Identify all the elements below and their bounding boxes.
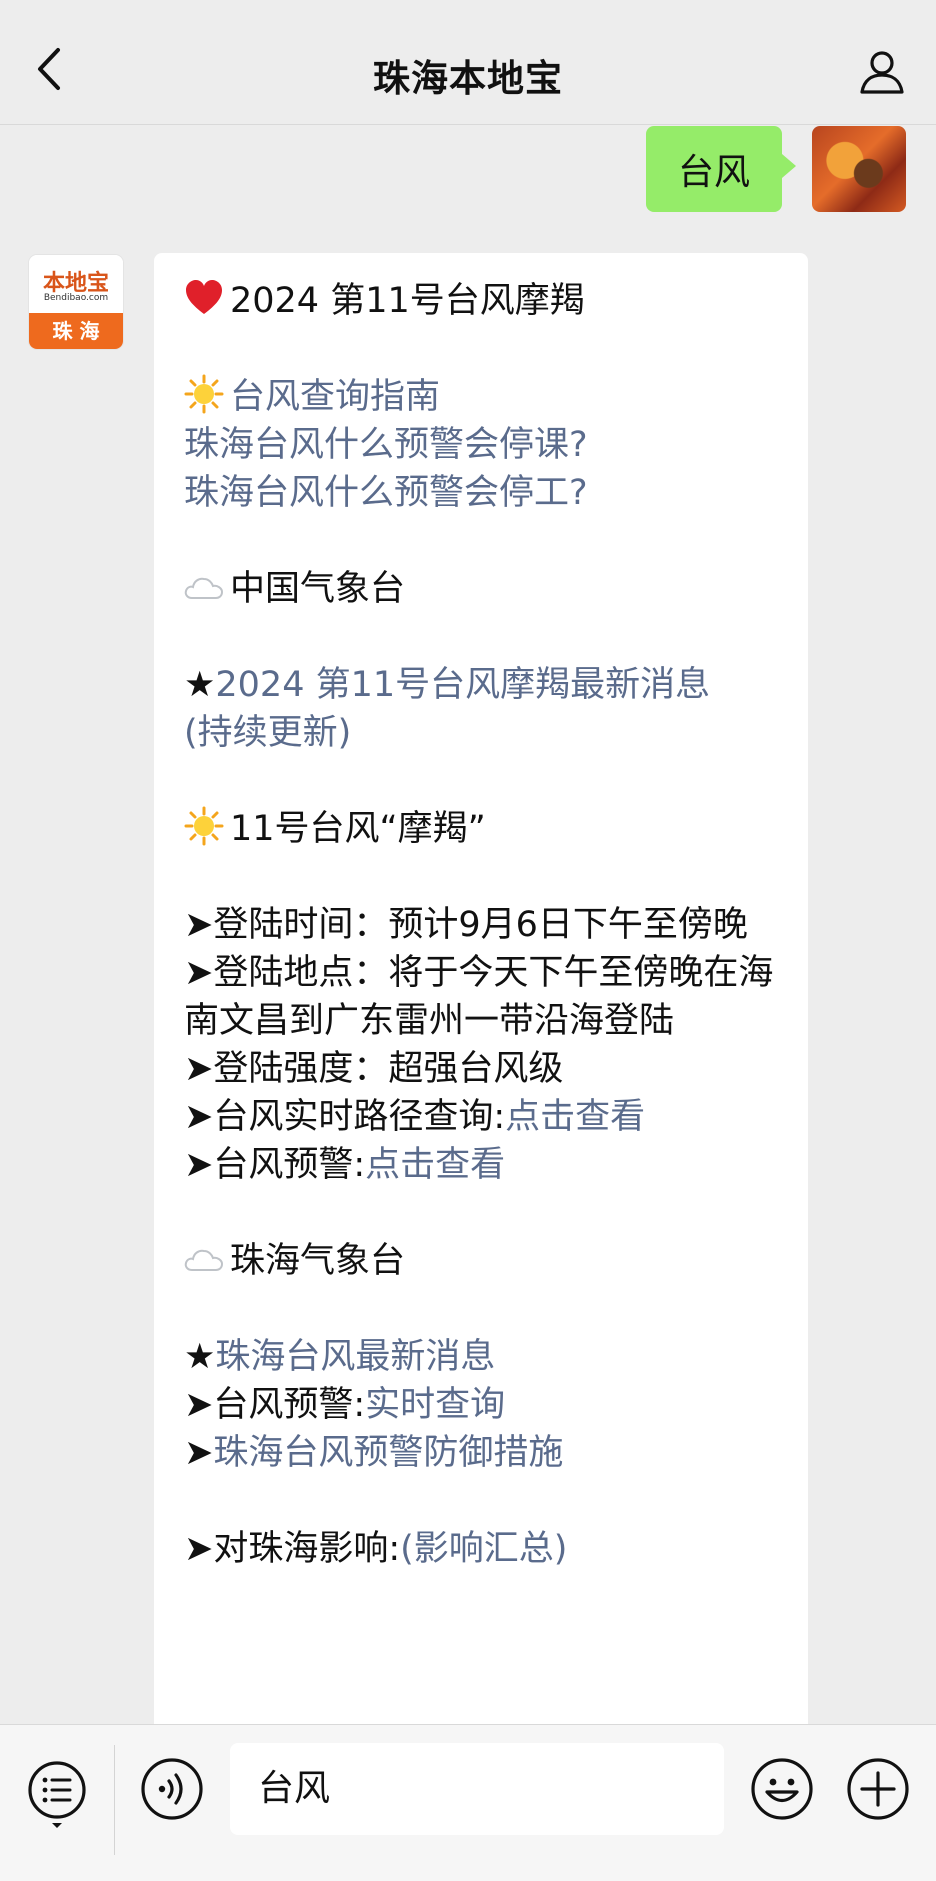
typhoon-name-heading: 11号台风“摩羯” [184, 805, 778, 853]
plus-icon[interactable] [846, 1757, 910, 1821]
logo-domain: Bendibao.com [43, 293, 109, 303]
zhuhai-news-link[interactable]: 珠海台风最新消息 [215, 1337, 495, 1377]
zhuhai-news-line[interactable]: ★珠海台风最新消息 [184, 1333, 778, 1381]
star-icon: ★ [184, 1337, 216, 1377]
track-query-label: ➤台风实时路径查询: [184, 1097, 506, 1137]
voice-input-icon[interactable] [140, 1757, 204, 1821]
warning-link[interactable]: 点击查看 [365, 1145, 505, 1185]
defense-measures-link[interactable]: 珠海台风预警防御措施 [213, 1433, 563, 1473]
zhuhai-met-heading: 珠海气象台 [184, 1237, 778, 1285]
outgoing-message-bubble[interactable]: 台风 [646, 126, 796, 212]
outgoing-message-text: 台风 [677, 152, 750, 193]
menu-list-icon[interactable] [26, 1759, 88, 1829]
track-query-link[interactable]: 点击查看 [505, 1097, 645, 1137]
incoming-message-bubble: 2024 第11号台风摩羯 台风查询指南 珠海台风什么预警会停课? 珠海台风什么… [154, 253, 808, 1733]
sun-icon [184, 374, 224, 414]
message-input[interactable]: 台风 [230, 1743, 724, 1835]
logo-top: 本地宝 Bendibao.com [29, 255, 123, 313]
warning-line: ➤台风预警:点击查看 [184, 1141, 778, 1189]
arrow-prefix: ➤ [184, 1433, 214, 1473]
track-query-line: ➤台风实时路径查询:点击查看 [184, 1093, 778, 1141]
heart-icon [186, 280, 222, 314]
zhuhai-warning-label: ➤台风预警: [184, 1385, 366, 1425]
defense-measures-line: ➤珠海台风预警防御措施 [184, 1429, 778, 1477]
chat-header: 珠海本地宝 [0, 0, 936, 125]
typhoon-guide-link[interactable]: 台风查询指南 [230, 377, 440, 417]
star-icon: ★ [184, 665, 216, 705]
latest-news-link[interactable]: 2024 第11号台风摩羯最新消息 [215, 665, 710, 705]
cloud-icon [184, 577, 224, 599]
landfall-time: ➤登陆时间：预计9月6日下午至傍晚 [184, 905, 748, 945]
guide-line[interactable]: 台风查询指南 [184, 373, 778, 421]
landfall-intensity: ➤登陆强度：超强台风级 [184, 1049, 564, 1089]
typhoon-name: 11号台风“摩羯” [230, 809, 486, 849]
emoji-icon[interactable] [750, 1757, 814, 1821]
cloud-icon [184, 1249, 224, 1271]
toolbar-divider [114, 1745, 115, 1855]
landfall-location: ➤登陆地点：将于今天下午至傍晚在海南文昌到广东雷州一带沿海登陆 [184, 953, 774, 1041]
msg-title: 2024 第11号台风摩羯 [230, 281, 585, 321]
zhuhai-met-label: 珠海气象台 [230, 1241, 406, 1281]
msg-title-line: 2024 第11号台风摩羯 [184, 277, 778, 325]
user-avatar[interactable] [812, 126, 906, 212]
sun-icon [184, 806, 224, 846]
work-suspension-link[interactable]: 珠海台风什么预警会停工? [184, 473, 588, 513]
bot-avatar[interactable]: 本地宝 Bendibao.com 珠 海 [29, 255, 123, 349]
page-title: 珠海本地宝 [373, 57, 563, 100]
zhuhai-warning-line: ➤台风预警:实时查询 [184, 1381, 778, 1429]
national-met-label: 中国气象台 [230, 569, 406, 609]
class-suspension-link[interactable]: 珠海台风什么预警会停课? [184, 425, 588, 465]
realtime-query-link[interactable]: 实时查询 [365, 1385, 505, 1425]
impact-label: ➤对珠海影响: [184, 1529, 401, 1569]
impact-line: ➤对珠海影响:(影响汇总) [184, 1525, 778, 1573]
warning-label: ➤台风预警: [184, 1145, 366, 1185]
logo-city-band: 珠 海 [29, 313, 123, 349]
impact-summary-link[interactable]: (影响汇总) [400, 1529, 567, 1569]
national-met-heading: 中国气象台 [184, 565, 778, 613]
profile-icon[interactable] [858, 48, 906, 96]
logo-city: 珠 海 [52, 319, 100, 343]
input-toolbar: 台风 [0, 1724, 936, 1881]
latest-news-line[interactable]: ★2024 第11号台风摩羯最新消息 [184, 661, 778, 709]
latest-news-link-continued[interactable]: (持续更新) [184, 713, 351, 753]
